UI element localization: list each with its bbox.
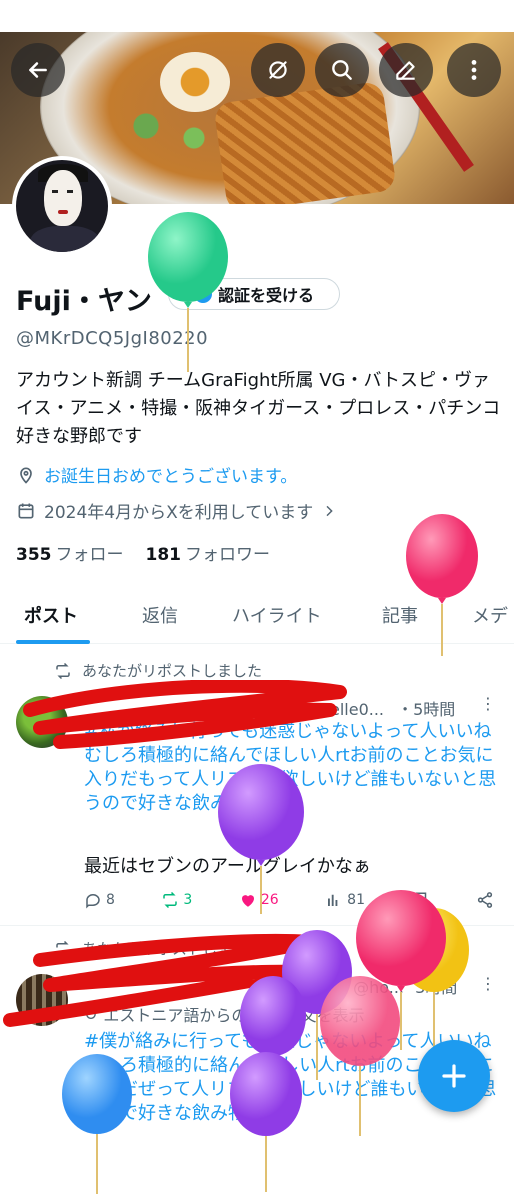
translate-icon: ↻ [84, 1004, 98, 1024]
repost-label: あなたがリポストしました [82, 662, 263, 680]
follow-stats: 355 フォロー 181 フォロワー [16, 540, 270, 565]
back-arrow-icon [29, 62, 47, 78]
more-button[interactable] [447, 43, 501, 97]
repost-action-icon [163, 891, 178, 909]
post-time: ・5時間 [397, 700, 456, 719]
repost-button[interactable]: 3 [161, 891, 192, 909]
more-vertical-icon [471, 60, 477, 80]
search-icon [332, 60, 352, 80]
joined-label: 2024年4月からXを利用しています [44, 503, 314, 523]
post-header: elle0... ・5時間 [330, 700, 456, 719]
bookmark-button[interactable] [412, 891, 430, 909]
post-text: 最近はセブンのアールグレイかなぁ [84, 856, 371, 877]
followers-link[interactable]: 181 フォロワー [146, 540, 271, 565]
birthday-link[interactable]: お誕生日おめでとうございます。 [44, 462, 297, 487]
post-more-icon[interactable]: ⋮ [480, 974, 496, 993]
plus-icon [442, 1064, 466, 1088]
repost-icon [56, 662, 70, 679]
balloon-pink [356, 890, 446, 1050]
tab-highlights[interactable]: ハイライト [232, 602, 322, 628]
profile-tabs: ポスト 返信 ハイライト 記事 メデ [0, 590, 514, 644]
post-time: 3時間 [415, 978, 458, 997]
share-button[interactable] [476, 891, 494, 909]
location-pin-icon [20, 467, 32, 484]
reply-icon [86, 894, 100, 909]
translate-row[interactable]: ↻ エストニア語からの翻訳 原文を表示 [84, 1002, 365, 1026]
views-icon [328, 894, 338, 906]
repost-indicator: あなたがリポストしました [54, 938, 262, 959]
joined-row[interactable]: 2024年4月からXを利用しています [16, 498, 337, 523]
hide-replies-icon [269, 61, 287, 79]
calendar-icon [18, 503, 34, 518]
status-bar [0, 0, 514, 32]
profile-name: Fuji・ヤン [16, 286, 152, 317]
compose-button[interactable] [418, 1040, 490, 1112]
repost-label: あなたがリポストしました [82, 940, 263, 958]
bookmark-icon [415, 892, 426, 909]
hide-replies-button[interactable] [251, 43, 305, 97]
birthday-row: お誕生日おめでとうございます。 [16, 462, 297, 487]
tab-posts[interactable]: ポスト [24, 602, 78, 628]
heart-icon [241, 895, 254, 907]
post-avatar[interactable] [16, 696, 68, 748]
post-divider [0, 925, 514, 926]
post-actions: 8 3 26 81 [84, 891, 494, 909]
verified-badge-icon: ✓ [193, 285, 212, 303]
reply-button[interactable]: 8 [84, 891, 115, 909]
tab-replies[interactable]: 返信 [142, 602, 178, 628]
views-button[interactable]: 81 [325, 891, 365, 909]
edit-button[interactable] [379, 43, 433, 97]
search-button[interactable] [315, 43, 369, 97]
following-link[interactable]: 355 フォロー [16, 540, 124, 565]
share-icon [477, 892, 493, 908]
like-button[interactable]: 26 [239, 891, 279, 909]
verify-button-label: 認証を受ける [217, 286, 314, 305]
verify-button[interactable]: ✓ 認証を受ける [168, 278, 340, 310]
profile-handle: @MKrDCQ5JgI80220 [16, 328, 209, 349]
repost-indicator: あなたがリポストしました [54, 660, 262, 681]
post-avatar[interactable] [16, 974, 68, 1026]
repost-icon [56, 940, 70, 957]
chevron-right-icon [326, 505, 333, 516]
post-more-icon[interactable]: ⋮ [480, 694, 496, 713]
edit-icon [396, 61, 415, 80]
avatar[interactable] [12, 156, 112, 256]
back-button[interactable] [11, 43, 65, 97]
post-body[interactable]: #私が絡みに行っても迷惑じゃないよって人いいねむしろ積極的に絡んでほしい人rtお… [84, 720, 500, 816]
post-header: バ禁止 @ho... 3時間 [300, 978, 458, 997]
tab-articles[interactable]: 記事 [382, 602, 418, 628]
profile-bio: アカウント新調 チームGraFight所属 VG・バトスピ・ヴァイス・アニメ・特… [16, 370, 501, 447]
tab-media[interactable]: メデ [472, 602, 508, 628]
active-tab-indicator [16, 640, 90, 644]
